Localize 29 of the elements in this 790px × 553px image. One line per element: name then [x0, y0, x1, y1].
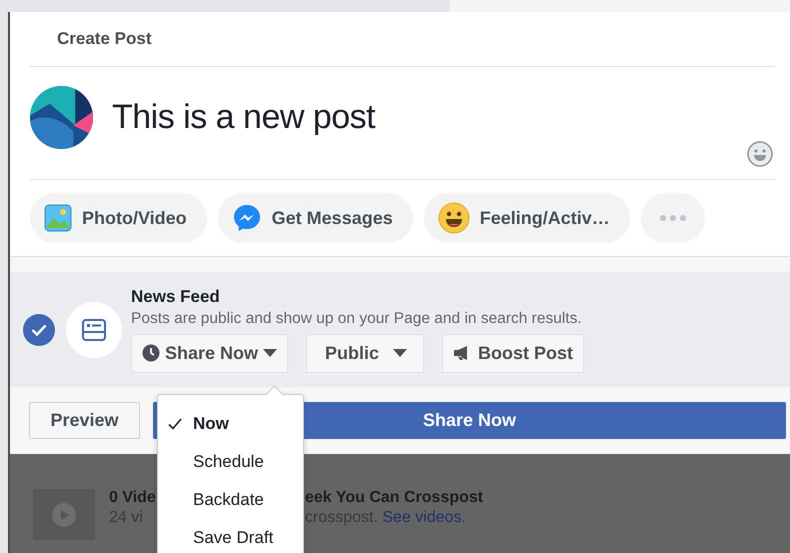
preview-button[interactable]: Preview — [29, 402, 140, 439]
clock-icon — [142, 344, 160, 362]
action-button[interactable]: Feeling/Activ… — [424, 193, 630, 243]
menu-item[interactable]: Backdate — [158, 481, 303, 519]
action-button[interactable]: Photo/Video — [30, 193, 207, 243]
audience-button[interactable]: Share Now — [131, 334, 288, 372]
more-icon — [660, 215, 686, 221]
audience-checkbox[interactable] — [23, 314, 55, 346]
caret-icon — [263, 349, 278, 357]
dialog-title: Create Post — [57, 29, 152, 49]
smiley-icon — [438, 202, 470, 234]
photo-icon — [44, 204, 72, 232]
check-icon — [168, 418, 182, 430]
card-title: eek You Can Crosspost — [305, 489, 484, 507]
audience-button[interactable]: Boost Post — [442, 334, 584, 372]
menu-item[interactable]: Save Draft — [158, 519, 303, 553]
menu-item[interactable]: Schedule — [158, 443, 303, 481]
card-title: 0 Vide — [109, 489, 157, 507]
more-button[interactable] — [640, 193, 705, 243]
post-input[interactable]: This is a new post — [112, 98, 376, 137]
audience-title: News Feed — [131, 286, 221, 306]
caret-icon — [393, 349, 408, 357]
smiley-icon[interactable] — [747, 141, 773, 167]
news-feed-icon — [82, 318, 106, 340]
messenger-icon — [232, 203, 262, 233]
audience-description: Posts are public and show up on your Page and in search results. — [131, 310, 583, 328]
check-icon — [31, 324, 47, 336]
audience-button[interactable]: Public — [306, 334, 424, 372]
action-button[interactable]: Get Messages — [218, 193, 413, 243]
